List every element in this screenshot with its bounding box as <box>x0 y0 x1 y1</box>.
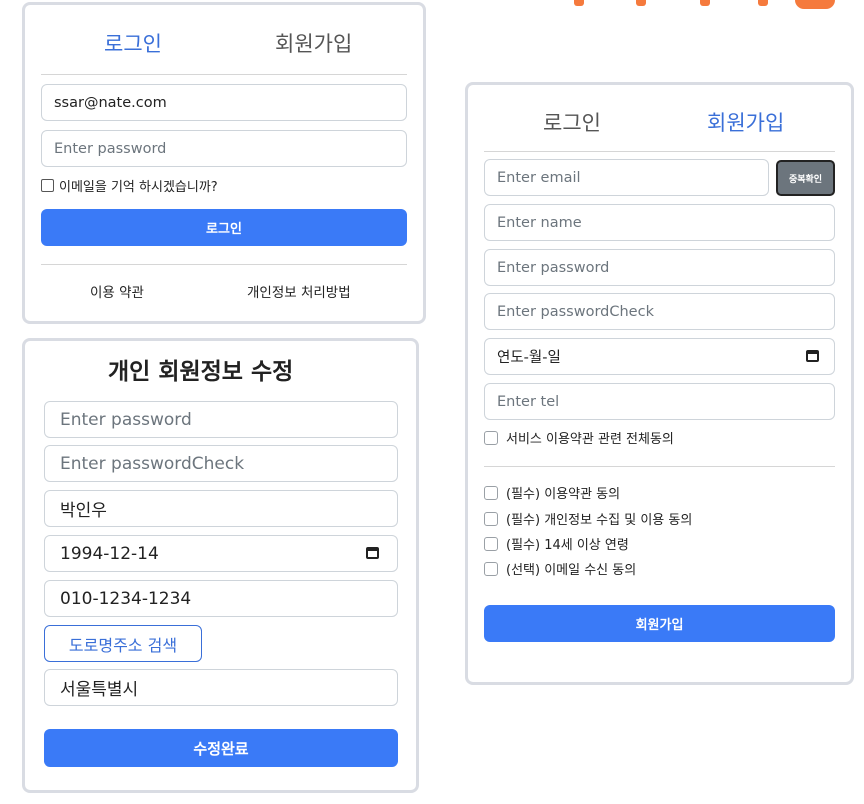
name-field[interactable]: 박인우 <box>44 490 398 527</box>
checkbox-icon[interactable] <box>484 511 498 526</box>
agreement-label: (필수) 개인정보 수집 및 이용 동의 <box>506 513 693 528</box>
decorative-shape <box>700 0 710 6</box>
decorative-shape <box>636 0 646 6</box>
password-check-field[interactable]: Enter passwordCheck <box>44 445 398 482</box>
agree-all-label: 서비스 이용약관 관련 전체동의 <box>506 432 674 447</box>
divider <box>484 466 835 467</box>
page-title: 개인 회원정보 수정 <box>108 359 294 385</box>
address-search-button[interactable]: 도로명주소 검색 <box>44 625 202 662</box>
birthdate-field[interactable]: 1994-12-14 <box>44 535 398 572</box>
tab-signup[interactable]: 회원가입 <box>707 107 784 137</box>
remember-email-checkbox[interactable]: 이메일을 기억 하시겠습니까? <box>41 176 218 195</box>
password-check-field[interactable]: Enter passwordCheck <box>484 293 835 330</box>
checkbox-icon[interactable] <box>484 485 498 500</box>
agreement-label: (필수) 14세 이상 연령 <box>506 538 629 553</box>
password-field[interactable]: Enter password <box>484 249 835 286</box>
password-field[interactable]: Enter password <box>44 401 398 438</box>
remember-email-label: 이메일을 기억 하시겠습니까? <box>59 180 218 195</box>
checkbox-icon[interactable] <box>484 430 498 445</box>
agreement-label: (필수) 이용약관 동의 <box>506 487 621 502</box>
divider <box>41 74 407 75</box>
tel-field[interactable]: Enter tel <box>484 383 835 420</box>
privacy-link[interactable]: 개인정보 처리방법 <box>247 281 351 301</box>
decorative-shape <box>574 0 584 6</box>
email-field[interactable]: Enter email <box>484 159 769 196</box>
signup-button[interactable]: 회원가입 <box>484 605 835 642</box>
tel-field[interactable]: 010-1234-1234 <box>44 580 398 617</box>
agree-all-checkbox[interactable]: 서비스 이용약관 관련 전체동의 <box>484 428 674 447</box>
terms-link[interactable]: 이용 약관 <box>90 281 144 301</box>
checkbox-icon[interactable] <box>484 561 498 576</box>
agreement-item[interactable]: (선택) 이메일 수신 동의 <box>484 559 636 578</box>
submit-button[interactable]: 수정완료 <box>44 729 398 767</box>
divider <box>41 264 407 265</box>
name-field[interactable]: Enter name <box>484 204 835 241</box>
birthdate-field[interactable]: 연도-월-일 <box>484 338 835 375</box>
calendar-icon[interactable] <box>806 350 819 362</box>
password-field[interactable]: Enter password <box>41 130 407 167</box>
agreement-label: (선택) 이메일 수신 동의 <box>506 563 637 578</box>
email-field[interactable]: ssar@nate.com <box>41 84 407 121</box>
agreement-item[interactable]: (필수) 14세 이상 연령 <box>484 534 629 553</box>
calendar-icon[interactable] <box>366 547 379 559</box>
agreement-item[interactable]: (필수) 개인정보 수집 및 이용 동의 <box>484 509 692 528</box>
login-button[interactable]: 로그인 <box>41 209 407 246</box>
tab-signup[interactable]: 회원가입 <box>275 28 352 58</box>
birthdate-value: 1994-12-14 <box>60 543 159 564</box>
checkbox-icon[interactable] <box>41 179 54 192</box>
tab-login[interactable]: 로그인 <box>104 28 162 58</box>
decorative-shape <box>758 0 768 6</box>
duplicate-check-button[interactable]: 중복확인 <box>776 160 835 196</box>
decorative-shape <box>795 0 835 9</box>
date-placeholder: 연도-월-일 <box>497 350 561 366</box>
tab-login[interactable]: 로그인 <box>543 107 601 137</box>
divider <box>484 151 835 152</box>
agreement-item[interactable]: (필수) 이용약관 동의 <box>484 483 620 502</box>
checkbox-icon[interactable] <box>484 536 498 551</box>
address-field[interactable]: 서울특별시 <box>44 669 398 706</box>
